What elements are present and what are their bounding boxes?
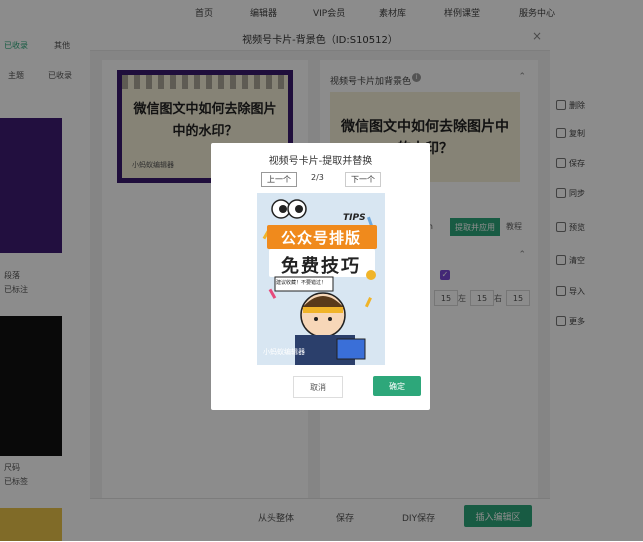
confirm-button[interactable]: 确定 — [373, 376, 421, 396]
cover-footer: 小蚂蚁编辑器 — [263, 348, 305, 356]
cover-headline-1: 公众号排版 — [280, 229, 361, 247]
cover-headline-2: 免费技巧 — [281, 256, 361, 277]
cover-tips: TIPS — [343, 213, 366, 223]
cover-bubble: 建议收藏！不要错过！ — [276, 280, 327, 286]
cancel-button[interactable]: 取消 — [293, 376, 343, 398]
page-indicator: 2/3 — [311, 173, 324, 182]
cover-image[interactable]: TIPS 公众号排版 免费技巧 建议收藏！不要错过！ 小蚂蚁编辑器 — [257, 193, 385, 365]
extract-replace-dialog: 视频号卡片-提取并替换 上一个 2/3 下一个 TIPS 公众号排版 免费技巧 … — [211, 143, 430, 410]
next-button[interactable]: 下一个 — [345, 172, 381, 187]
dialog-title: 视频号卡片-提取并替换 — [268, 156, 373, 167]
prev-button[interactable]: 上一个 — [261, 172, 297, 187]
